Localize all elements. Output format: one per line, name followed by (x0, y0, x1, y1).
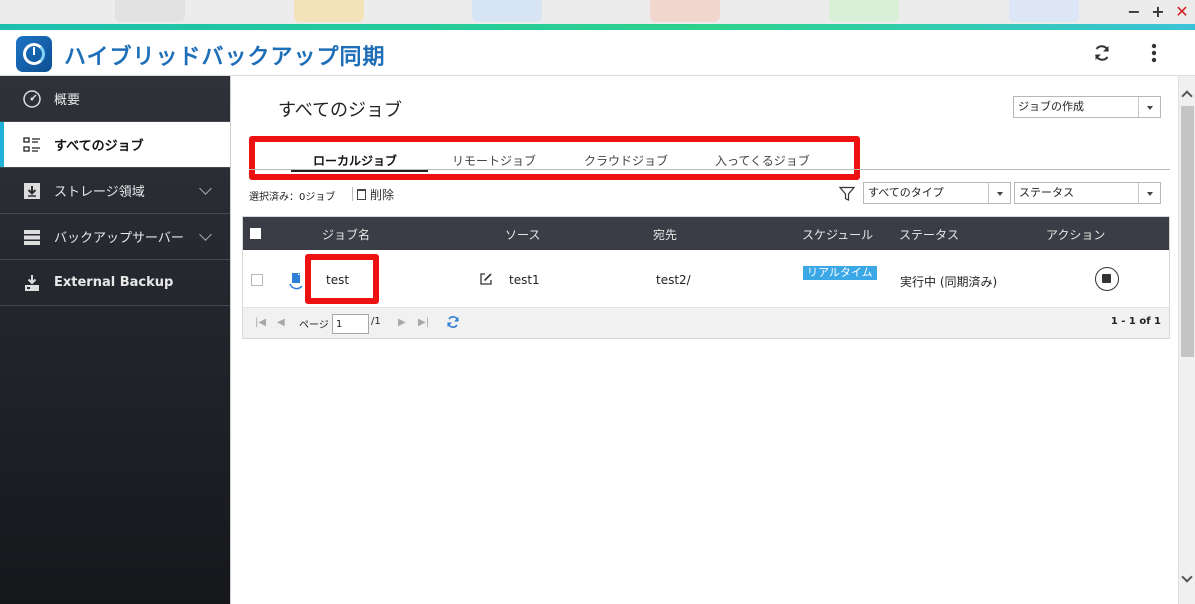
sidebar-item-all-jobs[interactable]: すべてのジョブ (0, 122, 230, 168)
sidebar-item-label: ストレージ領域 (54, 185, 145, 200)
vertical-scrollbar[interactable] (1178, 76, 1195, 604)
page-input[interactable]: 1 (332, 314, 369, 334)
job-name[interactable]: test (326, 273, 349, 287)
job-name-highlight: test (305, 254, 379, 304)
refresh-button[interactable] (1091, 43, 1113, 65)
more-button[interactable] (1143, 43, 1165, 65)
desktop-ghost-icon (294, 0, 364, 22)
column-header-action: アクション (1046, 228, 1106, 242)
divider (352, 187, 353, 201)
column-header-job-name[interactable]: ジョブ名 (322, 226, 370, 243)
scroll-thumb[interactable] (1181, 106, 1194, 357)
desktop-ghost-icon (829, 0, 899, 22)
tab-remote-jobs[interactable]: リモートジョブ (452, 152, 536, 169)
job-list-icon (22, 135, 42, 155)
dashboard-icon (22, 89, 42, 109)
filter-icon[interactable] (839, 186, 855, 202)
job-status: 実行中 (同期済み) (900, 275, 998, 289)
first-page-button[interactable]: |◀ (255, 317, 266, 328)
delete-button[interactable]: 削除 (357, 186, 394, 203)
type-filter-label: すべてのタイプ (868, 186, 944, 199)
desktop-ghost-icon (115, 0, 185, 22)
maximize-button[interactable]: + (1151, 2, 1165, 22)
external-drive-icon (22, 273, 42, 293)
page-label: ページ (299, 320, 329, 331)
type-filter-dropdown[interactable]: すべてのタイプ (863, 182, 1011, 204)
status-filter-label: ステータス (1019, 186, 1074, 199)
app-title: ハイブリッドバックアップ同期 (64, 45, 386, 70)
prev-page-button[interactable]: ◀ (277, 317, 285, 328)
chevron-down-icon (1138, 183, 1160, 203)
page-range: 1 - 1 of 1 (1110, 316, 1161, 327)
row-checkbox[interactable] (251, 274, 263, 286)
table-row[interactable]: test test1 test2/ リアルタイム 実行中 (同期済み) (243, 250, 1169, 308)
desktop-ghost-icon (650, 0, 720, 22)
sidebar-item-label: すべてのジョブ (54, 139, 144, 154)
window-controls: − + ✕ (1127, 2, 1189, 22)
minimize-button[interactable]: − (1127, 2, 1141, 22)
column-header-schedule[interactable]: スケジュール (802, 226, 873, 243)
main-panel: すべてのジョブ ジョブの作成 ローカルジョブ リモートジョブ クラウドジョブ 入… (230, 76, 1178, 604)
trash-icon (357, 189, 366, 200)
jobs-table: ジョブ名 ソース 宛先 スケジュール ステータス アクション test test… (242, 216, 1170, 339)
chevron-down-icon[interactable] (199, 182, 212, 195)
storage-download-icon (22, 181, 42, 201)
selected-count: 選択済み：0ジョブ (249, 192, 336, 203)
sidebar-item-label: External Backup (54, 275, 174, 290)
sidebar-item-storage[interactable]: ストレージ領域 (0, 168, 230, 214)
sidebar: 概要 すべてのジョブ ストレージ領域 バックアップサーバー External B… (0, 76, 230, 604)
sync-job-icon (289, 273, 303, 290)
chevron-down-icon (1138, 97, 1160, 117)
app-header: ハイブリッドバックアップ同期 (0, 30, 1195, 76)
column-header-source[interactable]: ソース (505, 226, 540, 243)
schedule-badge: リアルタイム (803, 266, 877, 280)
edit-icon[interactable] (479, 272, 493, 286)
server-icon (22, 227, 42, 247)
sidebar-item-external-backup[interactable]: External Backup (0, 260, 230, 306)
tab-incoming-jobs[interactable]: 入ってくるジョブ (715, 152, 810, 169)
select-all-checkbox[interactable] (250, 228, 261, 239)
desktop-ghost-icon (472, 0, 542, 22)
scroll-down-icon[interactable] (1181, 571, 1193, 583)
delete-label: 削除 (370, 188, 395, 202)
sidebar-item-overview[interactable]: 概要 (0, 76, 230, 122)
job-destination: test2/ (656, 273, 691, 287)
close-button[interactable]: ✕ (1175, 2, 1189, 22)
create-job-label: ジョブの作成 (1018, 100, 1084, 113)
active-tab-underline (291, 170, 428, 172)
chevron-down-icon[interactable] (199, 228, 212, 241)
more-vertical-icon (1151, 43, 1157, 63)
tabs-divider (249, 169, 1170, 170)
sidebar-item-backup-server[interactable]: バックアップサーバー (0, 214, 230, 260)
create-job-dropdown[interactable]: ジョブの作成 (1013, 96, 1161, 118)
next-page-button[interactable]: ▶ (398, 317, 406, 328)
stop-job-button[interactable] (1095, 267, 1119, 291)
job-source: test1 (509, 273, 540, 287)
clock-sync-icon (16, 36, 52, 72)
last-page-button[interactable]: ▶| (418, 317, 429, 328)
column-header-status[interactable]: ステータス (899, 226, 959, 243)
pagination-bar: |◀ ◀ ページ 1 /1 ▶ ▶| 1 - 1 of 1 (243, 308, 1169, 338)
status-filter-dropdown[interactable]: ステータス (1014, 182, 1161, 204)
sidebar-item-label: バックアップサーバー (54, 231, 184, 246)
sidebar-item-label: 概要 (54, 93, 81, 108)
tab-cloud-jobs[interactable]: クラウドジョブ (584, 152, 668, 169)
desktop-background-strip: − + ✕ (0, 0, 1195, 24)
page-total: /1 (371, 316, 381, 327)
column-header-destination[interactable]: 宛先 (653, 226, 677, 243)
scroll-up-icon[interactable] (1181, 90, 1193, 102)
chevron-down-icon (988, 183, 1010, 203)
table-header: ジョブ名 ソース 宛先 スケジュール ステータス アクション (243, 217, 1169, 250)
tab-local-jobs[interactable]: ローカルジョブ (313, 152, 397, 169)
desktop-ghost-icon (1009, 0, 1079, 22)
page-title: すべてのジョブ (278, 100, 403, 121)
refresh-icon (1095, 45, 1109, 61)
refresh-icon[interactable] (446, 315, 460, 329)
job-tabs-highlight: ローカルジョブ リモートジョブ クラウドジョブ 入ってくるジョブ (249, 136, 860, 180)
